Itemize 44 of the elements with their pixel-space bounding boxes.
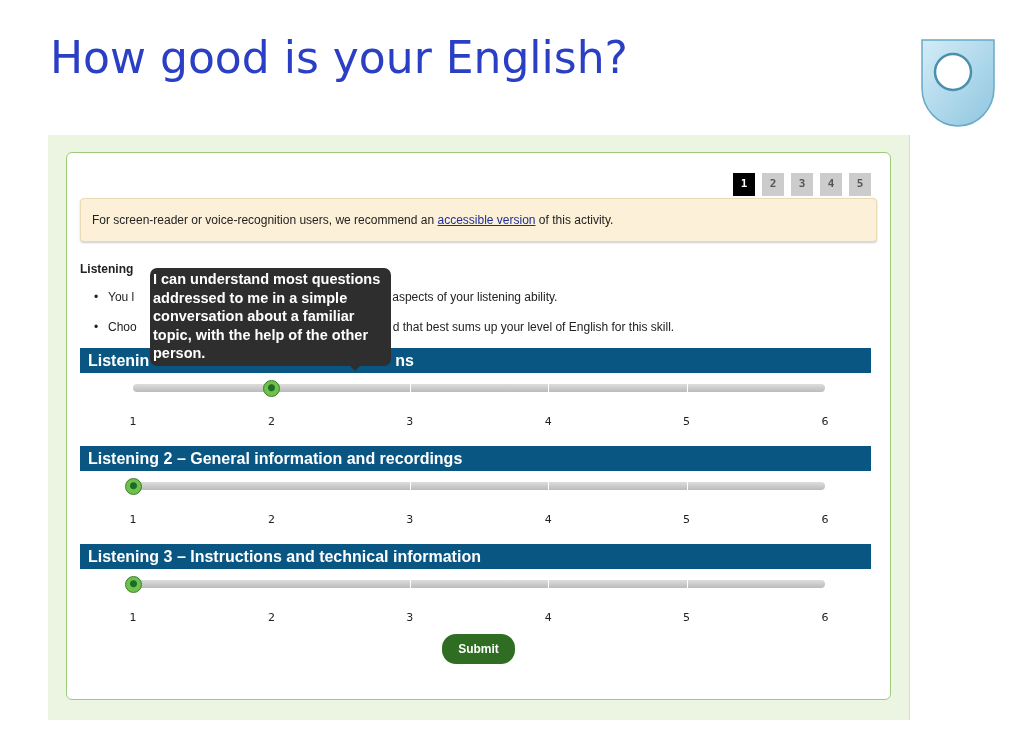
instruction-text: Choo	[108, 319, 137, 336]
tooltip-pointer-icon	[350, 366, 360, 371]
scale-label: 4	[544, 512, 552, 528]
scale-label: 5	[683, 610, 691, 626]
scale-label: 2	[267, 512, 275, 528]
scale-label: 3	[406, 414, 414, 430]
heading-text: ns	[395, 351, 414, 371]
page-number[interactable]: 1	[733, 173, 755, 196]
page-number[interactable]: 3	[791, 173, 813, 196]
slider-heading: Listening 2 – General information and recordings	[80, 446, 871, 471]
scale-label: 4	[544, 610, 552, 626]
tooltip: I can understand most questions addressed to me in a simple conversation about a familiar topic, with the help of the other person.	[150, 268, 391, 366]
scale-label: 4	[544, 414, 552, 430]
shield-logo-icon	[920, 38, 996, 128]
slider-handle[interactable]	[125, 477, 142, 495]
page-number[interactable]: 4	[820, 173, 842, 196]
section-heading: Listening	[80, 261, 135, 278]
scale-label: 5	[683, 512, 691, 528]
scale-label: 2	[267, 414, 275, 430]
scale-label: 1	[129, 512, 137, 528]
page-number[interactable]: 5	[849, 173, 871, 196]
scale-label: 2	[267, 610, 275, 626]
page-number[interactable]: 2	[762, 173, 784, 196]
submit-button[interactable]: Submit	[442, 634, 515, 664]
instruction-text: d that best sums up your level of English for this skill.	[392, 319, 675, 336]
instruction-text: You l	[108, 289, 135, 306]
scale-label: 5	[683, 414, 691, 430]
scale-label: 1	[129, 414, 137, 430]
scale-label: 6	[821, 610, 829, 626]
bullet-marker: •	[94, 289, 100, 306]
scale-label: 6	[821, 512, 829, 528]
scale-label: 6	[821, 414, 829, 430]
slider-heading: Listening 3 – Instructions and technical information	[80, 544, 871, 569]
instruction-text: aspects of your listening ability.	[392, 289, 558, 306]
accessible-version-link[interactable]: accessible version	[437, 213, 536, 227]
bullet-marker: •	[94, 319, 100, 336]
scale-label: 3	[406, 610, 414, 626]
heading-text: Listenin	[88, 351, 150, 371]
slider-handle[interactable]	[125, 575, 142, 593]
scale-label: 3	[406, 512, 414, 528]
scale-label: 1	[129, 610, 137, 626]
notice-text: For screen-reader or voice-recognition users, we recommend an accessible version of this activity.	[80, 198, 877, 242]
page-title: How good is your English?	[50, 32, 628, 85]
slider-handle[interactable]	[263, 379, 281, 397]
